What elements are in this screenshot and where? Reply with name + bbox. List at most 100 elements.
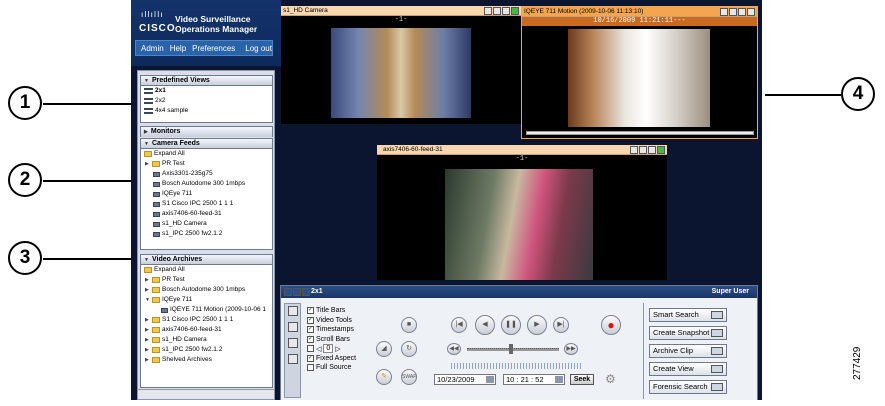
status-icon[interactable] — [657, 146, 665, 154]
video-pane-iqeye-motion[interactable]: IQEYE 711 Motion (2009-10-06 11:13:10) 1… — [521, 6, 758, 139]
option-title-bars[interactable]: ✓ Title Bars — [307, 306, 356, 316]
close-icon[interactable] — [747, 8, 755, 16]
skip-start-button[interactable]: |◀ — [451, 317, 467, 333]
layout-icons[interactable] — [284, 288, 310, 296]
tree-item[interactable]: S1 Cisco IPC 2500 1 1 1 — [141, 199, 272, 209]
jump-back-button[interactable]: ◀◀ — [447, 343, 461, 355]
spinner-left-icon[interactable]: ◁ — [316, 345, 321, 353]
layout-2-icon[interactable] — [293, 288, 301, 296]
swap-button[interactable]: SWAP — [401, 369, 417, 385]
view-item[interactable]: 2x1 — [141, 86, 272, 96]
add-tool-icon[interactable] — [288, 354, 298, 364]
tree-item[interactable]: ▶ s1_IPC 2500 fw2.1.2 — [141, 345, 272, 355]
expand-arrow-icon[interactable]: ▶ — [145, 345, 150, 355]
checkbox-checked[interactable]: ✓ — [307, 335, 314, 343]
tree-item[interactable]: Axis3301-235g75 — [141, 169, 272, 179]
stop-button[interactable]: ■ — [401, 317, 417, 333]
date-field[interactable]: 10/23/2009 — [434, 374, 496, 385]
time-spinner-icon[interactable] — [555, 376, 563, 383]
smart-search-button[interactable]: Smart Search — [649, 308, 727, 322]
speed-slider[interactable] — [451, 363, 581, 369]
expand-arrow-icon[interactable]: ▶ — [145, 275, 150, 285]
option-spinner[interactable]: ◁ 0 ▷ — [307, 344, 356, 354]
tree-item[interactable]: Expand All — [141, 149, 272, 159]
tree-item[interactable]: axis7406-60-feed-31 — [141, 209, 272, 219]
zoom-icon[interactable] — [729, 8, 737, 16]
upload-icon[interactable] — [738, 8, 746, 16]
snapshot-icon[interactable] — [630, 146, 638, 154]
tree-item[interactable]: ▶ Bosch Autodome 300 1mbps — [141, 285, 272, 295]
tree-item[interactable]: IQEYE 711 Motion (2009-10-06 1 — [141, 305, 272, 315]
tree-item[interactable]: ▼ IQEye 711 — [141, 295, 272, 305]
camera-tool-icon[interactable] — [288, 306, 298, 316]
scrub-slider[interactable] — [467, 348, 559, 351]
checkbox-unchecked[interactable] — [307, 364, 314, 372]
time-field[interactable]: 10 : 21 : 52 — [503, 374, 565, 385]
snapshot-icon[interactable] — [484, 7, 492, 15]
jump-forward-button[interactable]: ▶▶ — [564, 343, 578, 355]
playback-timeline[interactable] — [526, 131, 754, 135]
rewind-button[interactable]: ◀ — [475, 315, 495, 335]
camera-feeds-header[interactable]: ▼ Camera Feeds — [141, 139, 272, 149]
expand-arrow-icon[interactable]: ▶ — [145, 159, 150, 169]
zoom-icon[interactable] — [493, 7, 501, 15]
feed-title-bar[interactable]: IQEYE 711 Motion (2009-10-06 11:13:10) — [522, 7, 757, 17]
mark-button[interactable]: ◢ — [376, 341, 392, 357]
scrub-handle[interactable] — [509, 344, 513, 354]
archive-clip-button[interactable]: Archive Clip — [649, 344, 727, 358]
layout-3-icon[interactable] — [302, 288, 310, 296]
expand-arrow-icon[interactable]: ▶ — [145, 355, 150, 365]
zoom-icon[interactable] — [639, 146, 647, 154]
predefined-views-header[interactable]: ▼ Predefined Views — [141, 76, 272, 86]
create-view-button[interactable]: Create View — [649, 362, 727, 376]
video-archives-header[interactable]: ▼ Video Archives — [141, 255, 272, 265]
checkbox-unchecked[interactable] — [307, 345, 314, 353]
option-video-tools[interactable]: ✓ Video Tools — [307, 316, 356, 326]
settings-gear-icon[interactable]: ⚙ — [605, 372, 616, 386]
checkbox-checked[interactable]: ✓ — [307, 316, 314, 324]
upload-icon[interactable] — [648, 146, 656, 154]
feed-title-bar[interactable]: s1_HD Camera — [281, 6, 521, 16]
tree-item[interactable]: ▶ axis7406-60-feed-31 — [141, 325, 272, 335]
tree-item[interactable]: s1_IPC 2500 fw2.1.2 — [141, 229, 272, 239]
forensic-search-button[interactable]: Forensic Search — [649, 380, 727, 394]
sidebar-scrollbar[interactable] — [138, 389, 274, 399]
option-full-source[interactable]: Full Source — [307, 363, 356, 373]
record-button[interactable]: ● — [601, 315, 621, 335]
tree-item[interactable]: IQEye 711 — [141, 189, 272, 199]
option-timestamps[interactable]: ✓ Timestamps — [307, 325, 356, 335]
pen-button[interactable]: ✎ — [376, 369, 392, 385]
menu-preferences[interactable]: Preferences — [192, 44, 235, 53]
checkbox-checked[interactable]: ✓ — [307, 307, 314, 315]
snapshot-icon[interactable] — [720, 8, 728, 16]
layout-1-icon[interactable] — [284, 288, 292, 296]
tree-item[interactable]: ▶ PR Test — [141, 275, 272, 285]
monitors-header[interactable]: ▶ Monitors — [141, 127, 272, 137]
expand-arrow-icon[interactable]: ▶ — [145, 325, 150, 335]
tree-item[interactable]: s1_HD Camera — [141, 219, 272, 229]
video-pane-hd-camera[interactable]: s1_HD Camera -1- — [281, 6, 521, 124]
feed-title-bar[interactable]: axis7406-60-feed-31 — [377, 145, 667, 155]
tree-item[interactable]: ▶ S1 Cisco IPC 2500 1 1 1 — [141, 315, 272, 325]
menu-admin[interactable]: Admin — [141, 44, 164, 53]
spinner-right-icon[interactable]: ▷ — [335, 345, 340, 353]
calendar-icon[interactable] — [486, 376, 494, 383]
menu-logout[interactable]: Log out — [245, 44, 272, 53]
collapse-arrow-icon[interactable]: ▼ — [145, 295, 150, 305]
view-item[interactable]: 4x4 sample — [141, 106, 272, 116]
upload-icon[interactable] — [502, 7, 510, 15]
loop-button[interactable]: ↻ — [401, 341, 417, 357]
pause-button[interactable]: ❚❚ — [501, 315, 521, 335]
ptz-tool-icon[interactable] — [288, 322, 298, 332]
expand-arrow-icon[interactable]: ▶ — [145, 335, 150, 345]
skip-end-button[interactable]: ▶| — [553, 317, 569, 333]
expand-arrow-icon[interactable]: ▶ — [145, 315, 150, 325]
menu-help[interactable]: Help — [170, 44, 186, 53]
spinner-value[interactable]: 0 — [323, 344, 334, 354]
expand-arrow-icon[interactable]: ▶ — [145, 285, 150, 295]
tree-item[interactable]: ▶ PR Test — [141, 159, 272, 169]
checkbox-checked[interactable]: ✓ — [307, 326, 314, 334]
create-snapshot-button[interactable]: Create Snapshot — [649, 326, 727, 340]
tree-item[interactable]: Bosch Autodome 300 1mbps — [141, 179, 272, 189]
video-pane-axis-feed[interactable]: axis7406-60-feed-31 -1- — [377, 145, 667, 280]
